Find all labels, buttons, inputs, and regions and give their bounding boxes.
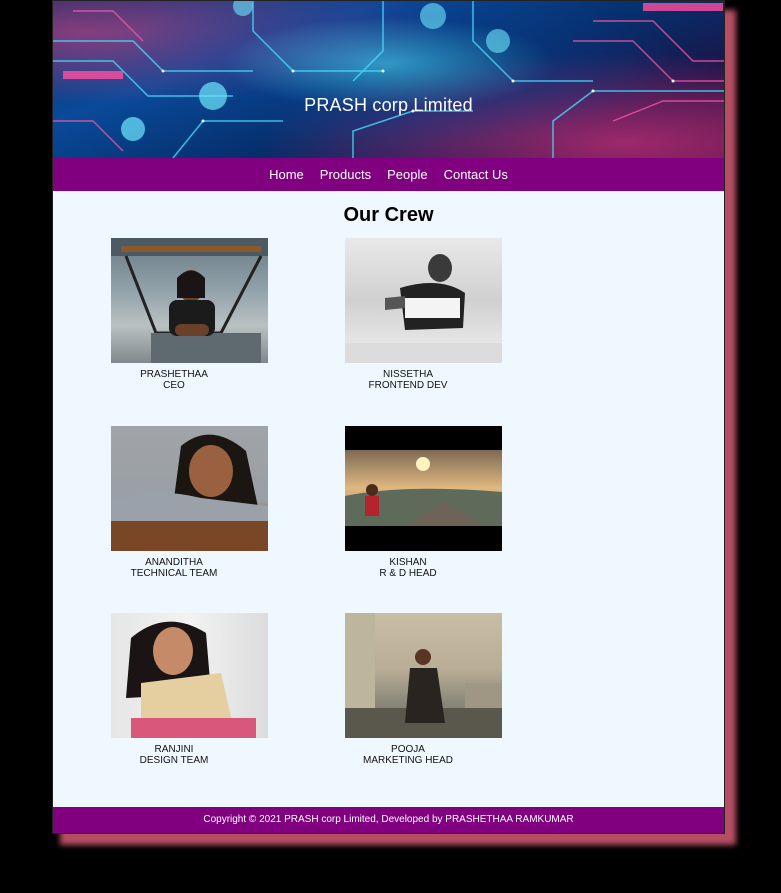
crew-role: FRONTEND DEV — [368, 380, 448, 391]
crew-card: POOJA MARKETING HEAD — [345, 613, 502, 766]
person-photo-image — [345, 254, 502, 363]
crew-role: CEO — [163, 380, 185, 391]
crew-role: R & D HEAD — [379, 568, 437, 579]
person-photo-image — [126, 621, 256, 738]
crew-photo — [111, 426, 268, 551]
crew-grid: PRASHETHAA CEO NISSETHA FRONTEND DEV ANA… — [53, 233, 724, 813]
person-photo-image — [111, 434, 268, 551]
nav-people[interactable]: People — [387, 167, 427, 182]
site-title: PRASH corp Limited — [304, 95, 473, 115]
crew-photo — [111, 238, 268, 363]
crew-name: PRASHETHAA — [140, 369, 208, 380]
crew-name: RANJINI — [154, 744, 194, 755]
person-photo-image — [111, 238, 268, 363]
crew-card: KISHAN R & D HEAD — [345, 426, 502, 579]
crew-name: KISHAN — [389, 557, 427, 568]
page-title: Our Crew — [343, 204, 434, 226]
header-banner: PRASH corp Limited — [53, 1, 724, 158]
nav-contact-us[interactable]: Contact Us — [444, 167, 508, 182]
crew-card: NISSETHA FRONTEND DEV — [345, 238, 502, 391]
crew-name: NISSETHA — [382, 369, 433, 380]
footer: Copyright © 2021 PRASH corp Limited, Dev… — [53, 807, 724, 833]
crew-caption: ANANDITHA TECHNICAL TEAM — [111, 557, 237, 579]
crew-caption: RANJINI DESIGN TEAM — [111, 744, 237, 766]
person-photo-image — [345, 613, 502, 738]
circuit-board-image — [53, 1, 724, 158]
crew-photo — [345, 238, 502, 363]
crew-card: ANANDITHA TECHNICAL TEAM — [111, 426, 268, 579]
nav-products[interactable]: Products — [320, 167, 371, 182]
crew-photo — [111, 613, 268, 738]
crew-role: TECHNICAL TEAM — [130, 568, 218, 579]
crew-photo — [345, 613, 502, 738]
crew-name: ANANDITHA — [145, 557, 203, 568]
page-container: PRASH corp Limited Home Products People … — [52, 0, 725, 834]
crew-caption: POOJA MARKETING HEAD — [345, 744, 471, 766]
crew-card: PRASHETHAA CEO — [111, 238, 268, 391]
nav-home[interactable]: Home — [269, 167, 304, 182]
crew-role: MARKETING HEAD — [362, 755, 453, 766]
main-nav: Home Products People Contact Us — [53, 158, 724, 191]
crew-photo — [345, 426, 502, 551]
crew-caption: NISSETHA FRONTEND DEV — [345, 369, 471, 391]
crew-name: POOJA — [391, 744, 425, 755]
crew-caption: KISHAN R & D HEAD — [345, 557, 471, 579]
crew-role: DESIGN TEAM — [139, 755, 209, 766]
person-photo-image — [345, 450, 502, 526]
crew-card: RANJINI DESIGN TEAM — [111, 613, 268, 766]
crew-caption: PRASHETHAA CEO — [111, 369, 237, 391]
